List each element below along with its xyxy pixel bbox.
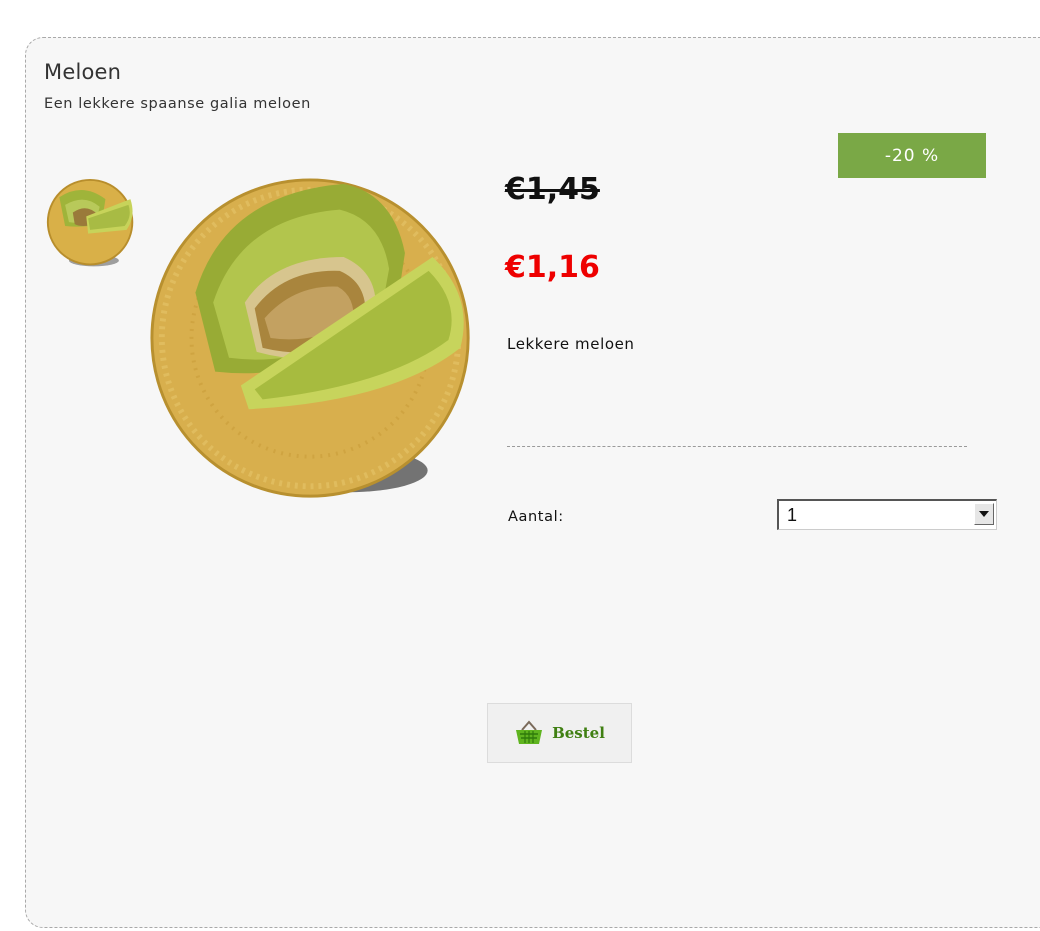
old-price: €1,45 — [505, 172, 600, 207]
product-description: Lekkere meloen — [507, 335, 635, 353]
product-title: Meloen — [44, 60, 122, 84]
quantity-select[interactable]: 1 — [777, 499, 997, 530]
divider — [507, 446, 967, 447]
quantity-label: Aantal: — [508, 509, 564, 525]
order-button-label: Bestel — [552, 724, 605, 742]
product-main-image — [150, 178, 470, 498]
dropdown-arrow-icon[interactable] — [974, 503, 994, 525]
discount-badge: -20 % — [838, 133, 986, 178]
quantity-selected-value: 1 — [787, 505, 798, 525]
basket-icon — [516, 720, 543, 744]
order-button[interactable]: Bestel — [487, 703, 632, 763]
product-thumbnail-image[interactable] — [44, 178, 140, 274]
discounted-price: €1,16 — [505, 250, 600, 285]
product-subtitle: Een lekkere spaanse galia meloen — [44, 96, 311, 112]
